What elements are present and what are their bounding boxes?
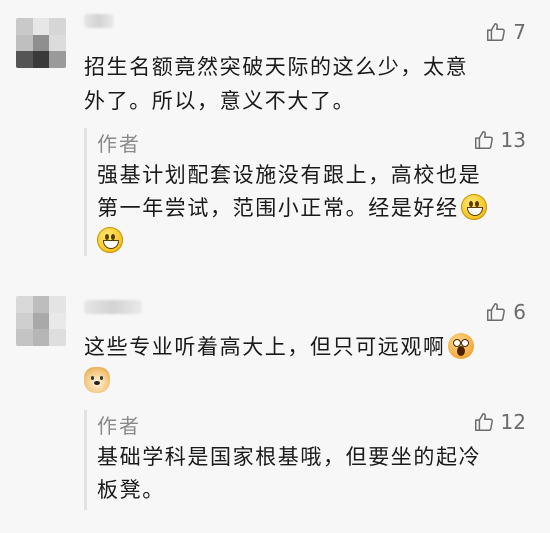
comment-text: 这些专业听着高大上，但只可远观啊 — [84, 330, 526, 398]
like-count: 6 — [513, 300, 526, 324]
reply-author-label: 作者 — [97, 414, 141, 438]
thumbs-up-icon — [474, 413, 493, 431]
avatar[interactable] — [16, 18, 66, 68]
username-blurred — [84, 300, 142, 314]
comment-text: 招生名额竟然突破天际的这么少，太意 外了。所以，意义不大了。 — [84, 55, 469, 113]
doge-emoji — [84, 367, 110, 393]
smile-emoji — [460, 194, 487, 220]
like-count: 12 — [500, 410, 526, 434]
like-count: 13 — [500, 128, 526, 152]
reply-text: 基础学科是国家根基哦，但要坐的起冷 板凳。 — [97, 445, 482, 502]
reply-text: 强基计划配套设施没有跟上，高校也是 第一年尝试，范围小正常。经是好经 — [97, 159, 530, 258]
author-reply: 作者 12 基础学科是国家根基哦，但要坐的起冷 板凳。 — [84, 410, 530, 510]
avatar[interactable] — [16, 296, 66, 346]
like-button[interactable]: 12 — [473, 410, 526, 434]
like-button[interactable]: 7 — [485, 20, 526, 44]
thumbs-up-icon — [487, 303, 506, 321]
like-button[interactable]: 6 — [485, 300, 526, 324]
scream-emoji — [447, 333, 474, 359]
username-blurred — [84, 14, 114, 28]
author-reply: 作者 13 强基计划配套设施没有跟上，高校也是 第一年尝试，范围小正常。经是好经 — [84, 128, 530, 256]
like-count: 7 — [513, 20, 526, 44]
like-button[interactable]: 13 — [473, 128, 526, 152]
thumbs-up-icon — [474, 131, 493, 149]
smile-emoji — [97, 227, 123, 253]
thumbs-up-icon — [487, 23, 506, 41]
reply-author-label: 作者 — [97, 132, 141, 156]
